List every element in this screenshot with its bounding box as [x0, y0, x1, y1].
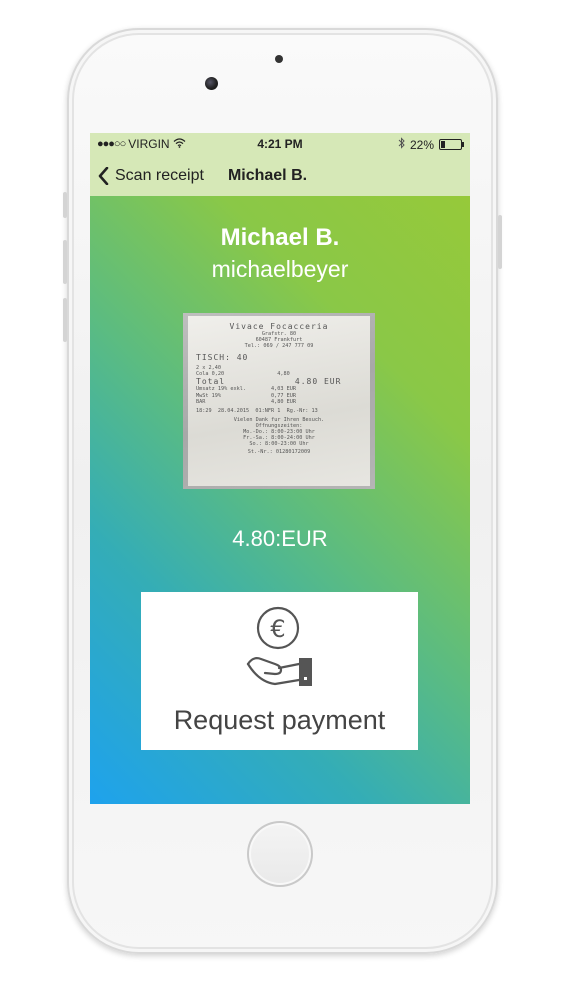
home-button[interactable] — [247, 821, 313, 887]
receipt-title: Vivace Focacceria — [229, 322, 329, 331]
status-right: 22% — [398, 137, 464, 152]
request-payment-label: Request payment — [173, 705, 386, 735]
back-button[interactable]: Scan receipt — [98, 166, 204, 185]
back-button-label: Scan receipt — [115, 166, 204, 184]
bluetooth-icon — [398, 137, 405, 152]
contact-display-name: Michael B. — [220, 224, 340, 251]
volume-down-button — [63, 298, 67, 342]
phone-screen: ●●●○○ VIRGIN 4:21 PM 22% Scan receipt Mi… — [90, 133, 470, 804]
svg-text:€: € — [270, 615, 285, 643]
battery-icon — [439, 139, 464, 150]
navigation-bar: Scan receipt Michael B. — [90, 155, 470, 197]
nav-title: Michael B. — [227, 166, 308, 184]
receipt-photo[interactable]: Vivace Focacceria Grafstr. 80 60487 Fran… — [183, 313, 375, 489]
request-payment-button[interactable]: € Request payment — [141, 592, 418, 750]
receipt-table: TISCH: 40 — [196, 353, 249, 363]
volume-up-button — [63, 240, 67, 284]
receipt-paper: Vivace Focacceria Grafstr. 80 60487 Fran… — [188, 316, 370, 486]
power-button — [498, 215, 502, 269]
proximity-sensor — [275, 55, 283, 63]
receipt-amount: 4.80:EUR — [232, 526, 328, 551]
receipt-tax-number: St.-Nr.: 01280172009 — [247, 449, 311, 456]
receipt-phone: Tel.: 069 / 247 777 09 — [244, 343, 314, 350]
receipt-hours-3: So.: 8:00-23:00 Uhr — [249, 441, 309, 448]
front-camera-icon — [205, 77, 218, 90]
main-content: Michael B. michaelbeyer Vivace Focacceri… — [90, 196, 470, 804]
euro-hand-icon: € — [246, 606, 312, 686]
receipt-date: 18:29 28.04.2015 01:NFR 1 Rg.-Nr: 13 — [196, 407, 318, 414]
contact-username: michaelbeyer — [211, 256, 349, 282]
battery-level — [441, 141, 446, 148]
receipt-total: Total 4.80 EUR — [196, 377, 342, 387]
chevron-left-icon — [98, 166, 109, 185]
battery-percent: 22% — [409, 137, 434, 152]
mute-switch — [63, 192, 67, 218]
receipt-cash: BAR 4,80 EUR — [196, 398, 296, 405]
status-bar: ●●●○○ VIRGIN 4:21 PM 22% — [90, 133, 470, 155]
